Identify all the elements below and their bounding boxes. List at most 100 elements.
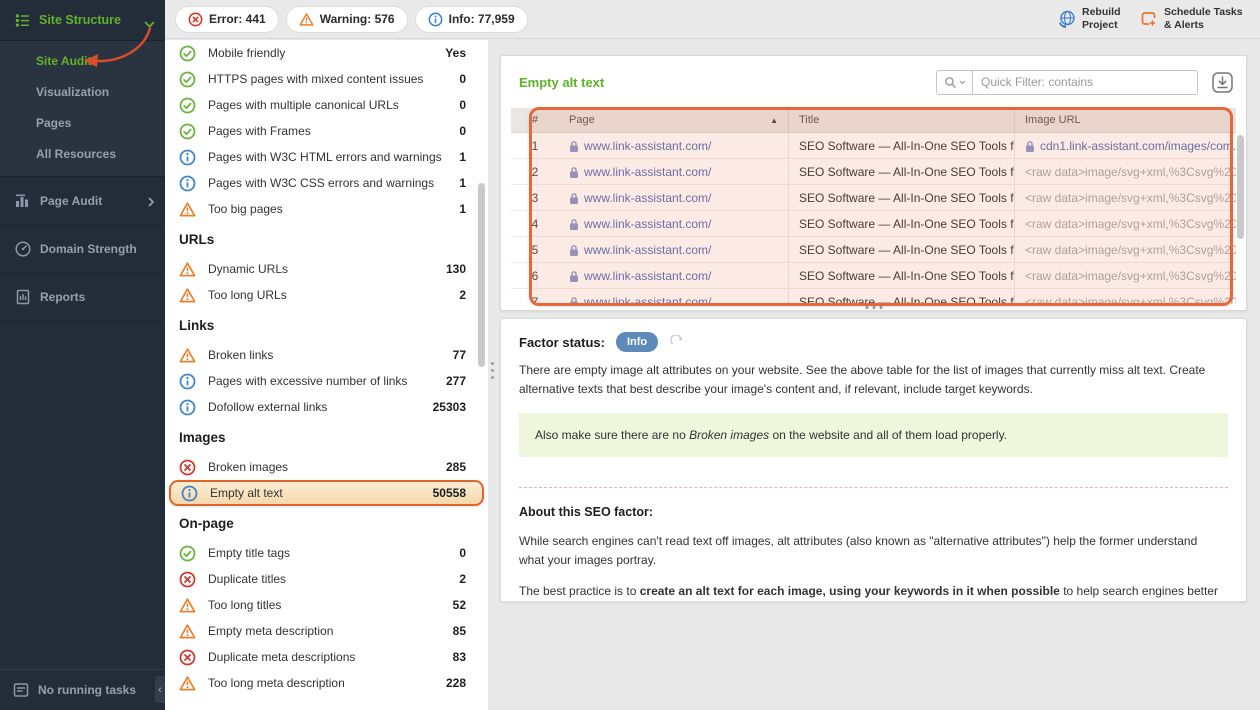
factor-row-selected[interactable]: Empty alt text50558 — [169, 480, 484, 506]
row-number: 6 — [511, 263, 559, 288]
sidebar-item-label: Reports — [40, 290, 155, 304]
about-factor-paragraph-2: The best practice is to create an alt te… — [519, 582, 1228, 602]
warning-icon — [179, 623, 196, 640]
lock-icon — [1025, 140, 1035, 152]
factor-value: 130 — [446, 262, 466, 276]
table-row[interactable]: 1www.link-assistant.com/SEO Software — A… — [511, 133, 1236, 159]
sidebar: Site Structure Site Audit Visualization … — [0, 0, 165, 710]
factor-row[interactable]: HTTPS pages with mixed content issues0 — [165, 66, 488, 92]
table-scrollbar[interactable] — [1237, 135, 1244, 239]
factor-row[interactable]: Duplicate titles2 — [165, 566, 488, 592]
sidebar-item-site-audit[interactable]: Site Audit — [0, 46, 165, 77]
image-url-link[interactable]: cdn1.link-assistant.com/images/com... — [1014, 133, 1236, 158]
site-structure-submenu: Site Audit Visualization Pages All Resou… — [0, 41, 165, 177]
sidebar-item-domain-strength[interactable]: Domain Strength — [0, 225, 165, 273]
search-mode-button[interactable] — [936, 70, 972, 95]
chevron-right-icon — [148, 196, 155, 206]
lock-icon — [569, 140, 579, 152]
factor-value: 1 — [459, 202, 466, 216]
factor-value: 50558 — [433, 486, 466, 500]
sidebar-item-label: Site Structure — [39, 13, 144, 27]
factor-value: 285 — [446, 460, 466, 474]
column-header-imageurl[interactable]: Image URL — [1014, 108, 1236, 132]
sidebar-collapse-button[interactable]: ‹ — [155, 676, 165, 703]
factor-label: Duplicate titles — [208, 572, 459, 586]
factor-row[interactable]: Pages with W3C CSS errors and warnings1 — [165, 170, 488, 196]
factor-row[interactable]: Pages with W3C HTML errors and warnings1 — [165, 144, 488, 170]
warning-count-badge[interactable]: Warning: 576 — [287, 7, 407, 32]
row-number: 2 — [511, 159, 559, 184]
factor-row[interactable]: Broken images285 — [165, 454, 488, 480]
refresh-icon[interactable] — [669, 335, 684, 350]
sidebar-item-all-resources[interactable]: All Resources — [0, 139, 165, 170]
factor-row[interactable]: Too big pages1 — [165, 196, 488, 222]
factor-label: Dofollow external links — [208, 400, 433, 414]
running-tasks-status[interactable]: No running tasks — [0, 669, 165, 710]
sidebar-item-visualization[interactable]: Visualization — [0, 77, 165, 108]
row-number: 3 — [511, 185, 559, 210]
factor-value: Yes — [445, 46, 466, 60]
factor-row[interactable]: Pages with Frames0 — [165, 118, 488, 144]
factor-row[interactable]: Pages with multiple canonical URLs0 — [165, 92, 488, 118]
table-row[interactable]: 3www.link-assistant.com/SEO Software — A… — [511, 185, 1236, 211]
page-url-link[interactable]: www.link-assistant.com/ — [559, 289, 788, 304]
factor-value: 2 — [459, 288, 466, 302]
factor-label: Broken links — [208, 348, 453, 362]
sidebar-item-site-structure[interactable]: Site Structure — [0, 0, 165, 41]
schedule-tasks-button[interactable]: Schedule Tasks & Alerts — [1139, 6, 1248, 31]
factor-value: 0 — [459, 98, 466, 112]
factor-row[interactable]: Pages with excessive number of links277 — [165, 368, 488, 394]
page-url-link[interactable]: www.link-assistant.com/ — [559, 263, 788, 288]
info-count-badge[interactable]: Info: 77,959 — [416, 7, 527, 32]
factor-row[interactable]: Empty title tags0 — [165, 540, 488, 566]
error-icon — [188, 12, 203, 27]
factor-row[interactable]: Broken links77 — [165, 342, 488, 368]
tip-text: on the website and all of them load prop… — [769, 428, 1007, 442]
table-resize-handle[interactable] — [865, 306, 882, 309]
factor-label: Broken images — [208, 460, 446, 474]
factor-row[interactable]: Too long meta description228 — [165, 670, 488, 696]
factor-value: 0 — [459, 124, 466, 138]
sidebar-item-page-audit[interactable]: Page Audit — [0, 177, 165, 225]
factor-row[interactable]: Empty meta description85 — [165, 618, 488, 644]
sidebar-item-reports[interactable]: Reports — [0, 273, 165, 321]
schedule-tasks-icon — [1139, 9, 1159, 29]
factor-label: Duplicate meta descriptions — [208, 650, 453, 664]
page-url-link[interactable]: www.link-assistant.com/ — [559, 185, 788, 210]
factor-status-description: There are empty image alt attributes on … — [519, 361, 1228, 398]
factor-row[interactable]: Too long titles52 — [165, 592, 488, 618]
factors-panel: Mobile friendlyYesHTTPS pages with mixed… — [165, 40, 488, 710]
panel-splitter-handle[interactable] — [491, 362, 494, 379]
table-row[interactable]: 4www.link-assistant.com/SEO Software — A… — [511, 211, 1236, 237]
factor-row[interactable]: Duplicate meta descriptions83 — [165, 644, 488, 670]
quick-filter-input[interactable] — [972, 70, 1198, 95]
rebuild-project-button[interactable]: Rebuild Project — [1057, 6, 1124, 31]
table-row[interactable]: 5www.link-assistant.com/SEO Software — A… — [511, 237, 1236, 263]
page-url-link[interactable]: www.link-assistant.com/ — [559, 211, 788, 236]
image-url-raw: <raw data>image/svg+xml,%3Csvg%20... — [1014, 211, 1236, 236]
site-structure-icon — [14, 12, 31, 29]
export-icon[interactable] — [1211, 71, 1234, 94]
sidebar-item-pages[interactable]: Pages — [0, 108, 165, 139]
tip-italic-text: Broken images — [689, 428, 769, 442]
page-url-link[interactable]: www.link-assistant.com/ — [559, 159, 788, 184]
table-row[interactable]: 7www.link-assistant.com/SEO Software — A… — [511, 289, 1236, 304]
factor-row[interactable]: Mobile friendlyYes — [165, 40, 488, 66]
column-header-title[interactable]: Title — [788, 108, 1014, 132]
column-header-page[interactable]: Page▲ — [559, 108, 788, 132]
detail-panel: Empty alt text #Page▲TitleImage URL1www.… — [488, 39, 1260, 710]
error-count-badge[interactable]: Error: 441 — [176, 7, 278, 32]
page-url-link[interactable]: www.link-assistant.com/ — [559, 237, 788, 262]
factor-group-title: Links — [165, 308, 488, 342]
table-row[interactable]: 6www.link-assistant.com/SEO Software — A… — [511, 263, 1236, 289]
factor-row[interactable]: Dynamic URLs130 — [165, 256, 488, 282]
ok-icon — [179, 71, 196, 88]
lock-icon — [569, 166, 579, 178]
factors-scrollbar[interactable] — [478, 183, 485, 367]
page-url-link[interactable]: www.link-assistant.com/ — [559, 133, 788, 158]
column-header-[interactable]: # — [511, 108, 559, 132]
factor-row[interactable]: Too long URLs2 — [165, 282, 488, 308]
factor-row[interactable]: Dofollow external links25303 — [165, 394, 488, 420]
table-row[interactable]: 2www.link-assistant.com/SEO Software — A… — [511, 159, 1236, 185]
error-icon — [179, 459, 196, 476]
